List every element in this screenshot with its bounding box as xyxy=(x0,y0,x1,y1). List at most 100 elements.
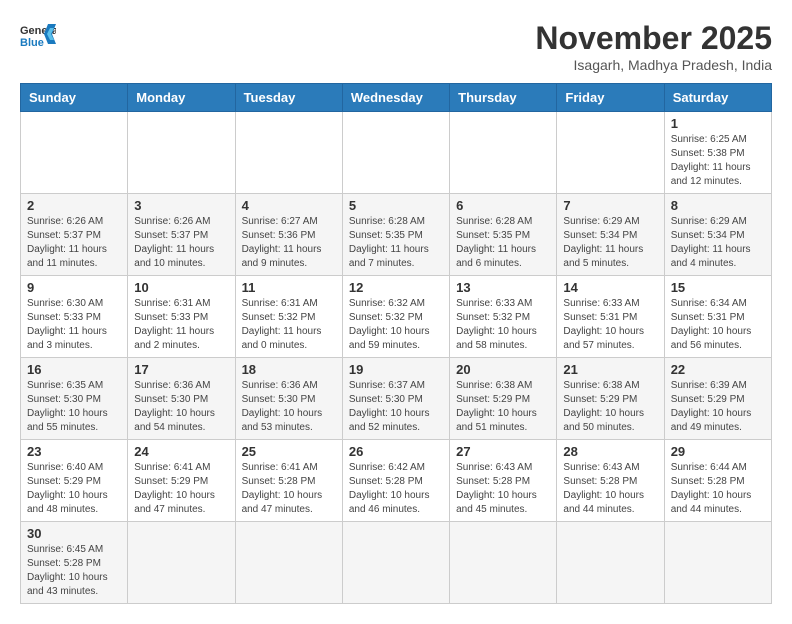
day-number: 6 xyxy=(456,198,550,213)
day-info: Sunrise: 6:26 AM Sunset: 5:37 PM Dayligh… xyxy=(134,215,228,271)
calendar-cell xyxy=(128,522,235,604)
day-number: 2 xyxy=(27,198,121,213)
day-number: 17 xyxy=(134,362,228,377)
day-info: Sunrise: 6:27 AM Sunset: 5:36 PM Dayligh… xyxy=(242,215,336,271)
calendar-cell: 25Sunrise: 6:41 AM Sunset: 5:28 PM Dayli… xyxy=(235,440,342,522)
calendar-cell xyxy=(557,522,664,604)
day-info: Sunrise: 6:44 AM Sunset: 5:28 PM Dayligh… xyxy=(671,461,765,517)
calendar-cell: 18Sunrise: 6:36 AM Sunset: 5:30 PM Dayli… xyxy=(235,358,342,440)
svg-text:Blue: Blue xyxy=(20,37,44,48)
day-info: Sunrise: 6:33 AM Sunset: 5:32 PM Dayligh… xyxy=(456,297,550,353)
week-row-6: 30 Sunrise: 6:45 AM Sunset: 5:28 PM Dayli… xyxy=(21,522,772,604)
day-number: 30 xyxy=(27,526,121,541)
day-number: 28 xyxy=(563,444,657,459)
day-info: Sunrise: 6:30 AM Sunset: 5:33 PM Dayligh… xyxy=(27,297,121,353)
calendar-cell xyxy=(235,112,342,194)
day-info: Sunrise: 6:38 AM Sunset: 5:29 PM Dayligh… xyxy=(563,379,657,435)
week-row-5: 23 Sunrise: 6:40 AM Sunset: 5:29 PM Dayli… xyxy=(21,440,772,522)
calendar-cell: 2 Sunrise: 6:26 AM Sunset: 5:37 PM Daylig… xyxy=(21,194,128,276)
calendar-cell xyxy=(450,522,557,604)
day-info: Sunrise: 6:33 AM Sunset: 5:31 PM Dayligh… xyxy=(563,297,657,353)
day-number: 7 xyxy=(563,198,657,213)
calendar-cell xyxy=(235,522,342,604)
calendar-cell: 8 Sunrise: 6:29 AM Sunset: 5:34 PM Daylig… xyxy=(664,194,771,276)
day-number: 3 xyxy=(134,198,228,213)
calendar-cell: 24 Sunrise: 6:41 AM Sunset: 5:29 PM Dayli… xyxy=(128,440,235,522)
week-row-1: 1 Sunrise: 6:25 AM Sunset: 5:38 PM Daylig… xyxy=(21,112,772,194)
day-number: 29 xyxy=(671,444,765,459)
calendar-cell xyxy=(342,112,449,194)
header: General Blue November 2025 Isagarh, Madh… xyxy=(20,20,772,73)
calendar-cell: 7 Sunrise: 6:29 AM Sunset: 5:34 PM Daylig… xyxy=(557,194,664,276)
calendar-cell: 6 Sunrise: 6:28 AM Sunset: 5:35 PM Daylig… xyxy=(450,194,557,276)
week-row-3: 9 Sunrise: 6:30 AM Sunset: 5:33 PM Daylig… xyxy=(21,276,772,358)
calendar-cell: 29 Sunrise: 6:44 AM Sunset: 5:28 PM Dayli… xyxy=(664,440,771,522)
calendar-cell: 11 Sunrise: 6:31 AM Sunset: 5:32 PM Dayli… xyxy=(235,276,342,358)
calendar-cell: 16Sunrise: 6:35 AM Sunset: 5:30 PM Dayli… xyxy=(21,358,128,440)
day-number: 12 xyxy=(349,280,443,295)
day-info: Sunrise: 6:36 AM Sunset: 5:30 PM Dayligh… xyxy=(134,379,228,435)
logo-icon: General Blue xyxy=(20,20,56,48)
calendar-cell: 23 Sunrise: 6:40 AM Sunset: 5:29 PM Dayli… xyxy=(21,440,128,522)
calendar-cell: 20Sunrise: 6:38 AM Sunset: 5:29 PM Dayli… xyxy=(450,358,557,440)
month-title: November 2025 xyxy=(535,20,772,57)
calendar: SundayMondayTuesdayWednesdayThursdayFrid… xyxy=(20,83,772,604)
day-number: 22 xyxy=(671,362,765,377)
day-info: Sunrise: 6:28 AM Sunset: 5:35 PM Dayligh… xyxy=(456,215,550,271)
day-info: Sunrise: 6:41 AM Sunset: 5:28 PM Dayligh… xyxy=(242,461,336,517)
calendar-cell: 10Sunrise: 6:31 AM Sunset: 5:33 PM Dayli… xyxy=(128,276,235,358)
day-number: 27 xyxy=(456,444,550,459)
day-info: Sunrise: 6:25 AM Sunset: 5:38 PM Dayligh… xyxy=(671,133,765,189)
calendar-cell xyxy=(557,112,664,194)
day-info: Sunrise: 6:41 AM Sunset: 5:29 PM Dayligh… xyxy=(134,461,228,517)
calendar-cell: 21 Sunrise: 6:38 AM Sunset: 5:29 PM Dayli… xyxy=(557,358,664,440)
day-number: 1 xyxy=(671,116,765,131)
calendar-cell: 9 Sunrise: 6:30 AM Sunset: 5:33 PM Daylig… xyxy=(21,276,128,358)
day-info: Sunrise: 6:43 AM Sunset: 5:28 PM Dayligh… xyxy=(456,461,550,517)
day-number: 9 xyxy=(27,280,121,295)
day-info: Sunrise: 6:32 AM Sunset: 5:32 PM Dayligh… xyxy=(349,297,443,353)
calendar-cell xyxy=(21,112,128,194)
calendar-cell xyxy=(342,522,449,604)
week-row-4: 16Sunrise: 6:35 AM Sunset: 5:30 PM Dayli… xyxy=(21,358,772,440)
day-number: 19 xyxy=(349,362,443,377)
day-info: Sunrise: 6:31 AM Sunset: 5:33 PM Dayligh… xyxy=(134,297,228,353)
weekday-header-tuesday: Tuesday xyxy=(235,84,342,112)
calendar-cell: 4Sunrise: 6:27 AM Sunset: 5:36 PM Daylig… xyxy=(235,194,342,276)
logo: General Blue xyxy=(20,20,56,48)
day-info: Sunrise: 6:35 AM Sunset: 5:30 PM Dayligh… xyxy=(27,379,121,435)
calendar-cell: 12 Sunrise: 6:32 AM Sunset: 5:32 PM Dayli… xyxy=(342,276,449,358)
day-number: 5 xyxy=(349,198,443,213)
calendar-cell: 15Sunrise: 6:34 AM Sunset: 5:31 PM Dayli… xyxy=(664,276,771,358)
weekday-header-row: SundayMondayTuesdayWednesdayThursdayFrid… xyxy=(21,84,772,112)
day-number: 13 xyxy=(456,280,550,295)
day-info: Sunrise: 6:43 AM Sunset: 5:28 PM Dayligh… xyxy=(563,461,657,517)
day-info: Sunrise: 6:40 AM Sunset: 5:29 PM Dayligh… xyxy=(27,461,121,517)
day-info: Sunrise: 6:38 AM Sunset: 5:29 PM Dayligh… xyxy=(456,379,550,435)
day-info: Sunrise: 6:29 AM Sunset: 5:34 PM Dayligh… xyxy=(563,215,657,271)
title-area: November 2025 Isagarh, Madhya Pradesh, I… xyxy=(535,20,772,73)
weekday-header-friday: Friday xyxy=(557,84,664,112)
calendar-cell: 5 Sunrise: 6:28 AM Sunset: 5:35 PM Daylig… xyxy=(342,194,449,276)
day-info: Sunrise: 6:45 AM Sunset: 5:28 PM Dayligh… xyxy=(27,543,121,599)
day-info: Sunrise: 6:31 AM Sunset: 5:32 PM Dayligh… xyxy=(242,297,336,353)
week-row-2: 2 Sunrise: 6:26 AM Sunset: 5:37 PM Daylig… xyxy=(21,194,772,276)
day-number: 15 xyxy=(671,280,765,295)
day-info: Sunrise: 6:26 AM Sunset: 5:37 PM Dayligh… xyxy=(27,215,121,271)
calendar-cell: 28 Sunrise: 6:43 AM Sunset: 5:28 PM Dayli… xyxy=(557,440,664,522)
day-number: 14 xyxy=(563,280,657,295)
day-number: 11 xyxy=(242,280,336,295)
day-info: Sunrise: 6:28 AM Sunset: 5:35 PM Dayligh… xyxy=(349,215,443,271)
day-info: Sunrise: 6:29 AM Sunset: 5:34 PM Dayligh… xyxy=(671,215,765,271)
day-number: 24 xyxy=(134,444,228,459)
weekday-header-thursday: Thursday xyxy=(450,84,557,112)
day-number: 8 xyxy=(671,198,765,213)
location-subtitle: Isagarh, Madhya Pradesh, India xyxy=(535,57,772,73)
calendar-cell: 19 Sunrise: 6:37 AM Sunset: 5:30 PM Dayli… xyxy=(342,358,449,440)
day-number: 23 xyxy=(27,444,121,459)
day-info: Sunrise: 6:42 AM Sunset: 5:28 PM Dayligh… xyxy=(349,461,443,517)
day-number: 21 xyxy=(563,362,657,377)
day-info: Sunrise: 6:37 AM Sunset: 5:30 PM Dayligh… xyxy=(349,379,443,435)
weekday-header-saturday: Saturday xyxy=(664,84,771,112)
calendar-cell: 1 Sunrise: 6:25 AM Sunset: 5:38 PM Daylig… xyxy=(664,112,771,194)
